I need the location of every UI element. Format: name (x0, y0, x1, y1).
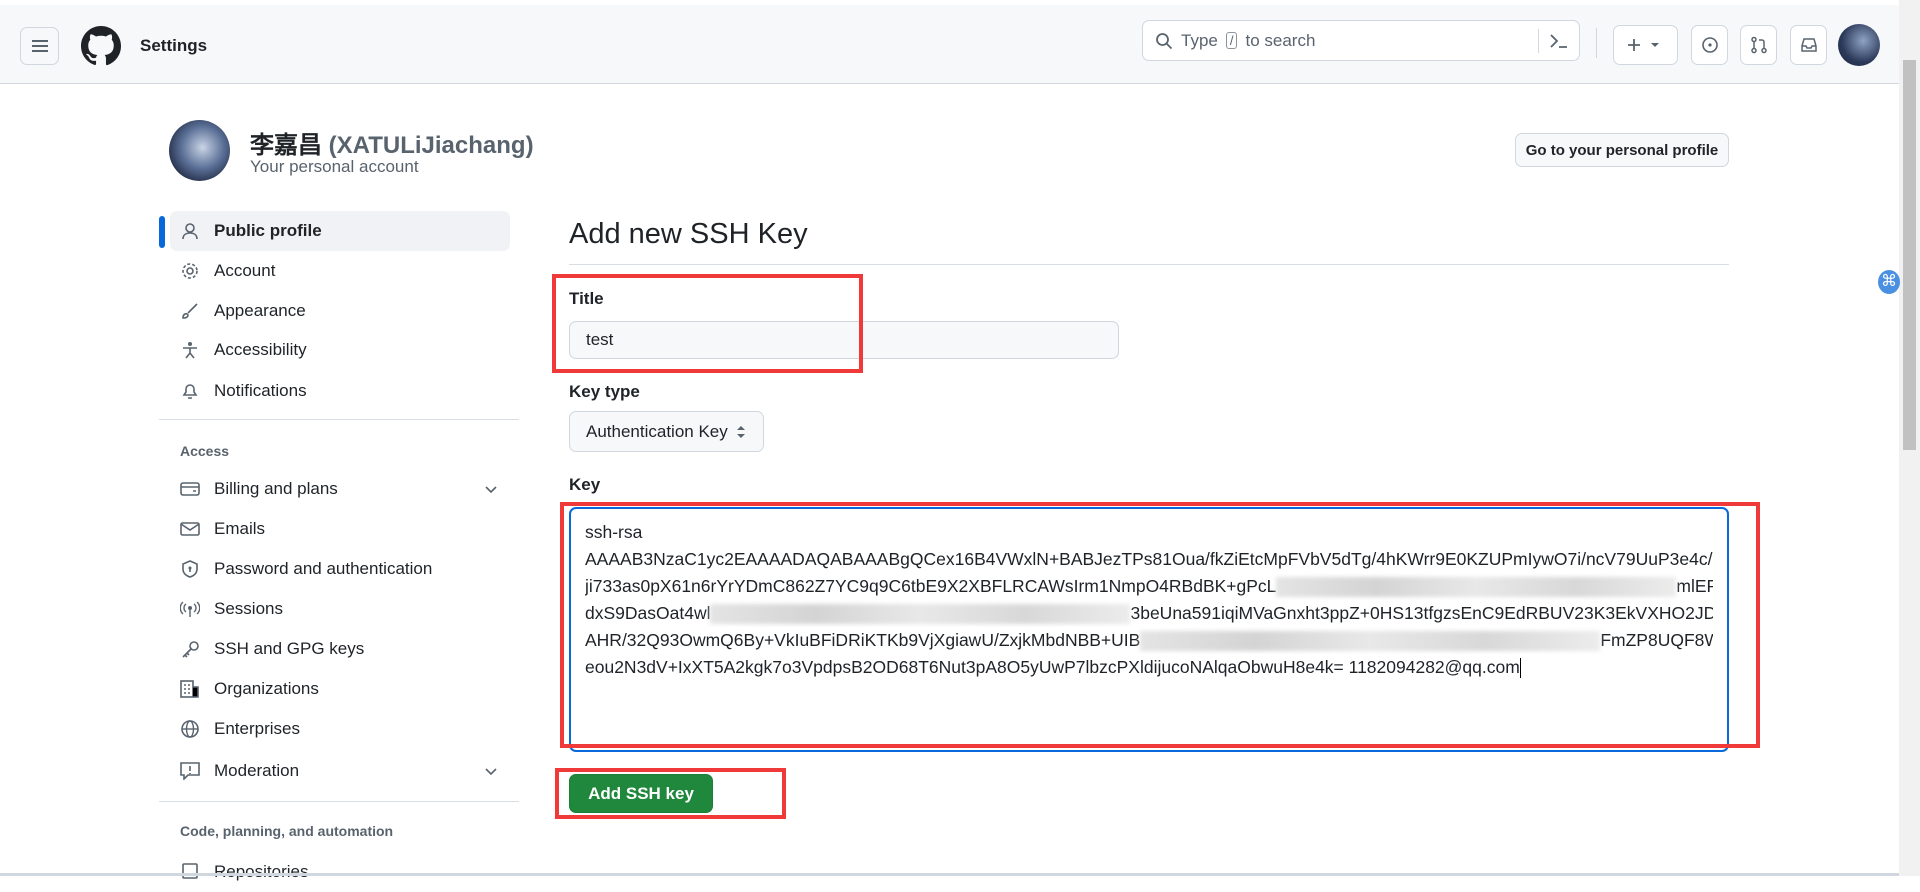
key-icon (179, 640, 201, 658)
organization-icon (179, 680, 201, 698)
search-input[interactable]: Type / to search (1142, 20, 1580, 61)
page-context-title: Settings (140, 36, 208, 55)
sidebar-item-password[interactable]: Password and authentication (159, 549, 519, 589)
sidebar-item-ssh-gpg-keys[interactable]: SSH and GPG keys (159, 629, 519, 669)
sidebar-item-label: Organizations (214, 679, 319, 698)
floating-translate-icon[interactable]: ⌘ (1878, 270, 1900, 294)
shield-lock-icon (179, 560, 201, 578)
globe-icon (179, 719, 201, 739)
page-title: Add new SSH Key (569, 218, 808, 250)
search-shortcut-key: / (1225, 32, 1238, 49)
annotation-box-key (560, 502, 1760, 748)
sidebar-item-label: Appearance (214, 301, 306, 320)
menu-button[interactable] (20, 27, 59, 65)
broadcast-icon (179, 600, 201, 618)
issue-opened-icon (1701, 37, 1718, 53)
github-logo[interactable] (81, 26, 121, 66)
search-placeholder-tail: to search (1245, 30, 1316, 50)
search-icon (1156, 32, 1173, 49)
issues-button[interactable] (1691, 25, 1728, 65)
key-type-value: Authentication Key (586, 421, 728, 441)
key-type-select[interactable]: Authentication Key (569, 411, 764, 452)
git-pull-request-icon (1750, 36, 1767, 54)
sidebar-item-public-profile[interactable]: Public profile (170, 211, 510, 251)
access-heading: Access (180, 443, 230, 459)
repo-icon (179, 863, 201, 881)
bell-icon (179, 382, 201, 400)
sidebar-item-label: SSH and GPG keys (214, 639, 365, 658)
create-new-button[interactable] (1613, 25, 1678, 65)
sidebar-item-repositories[interactable]: Repositories (159, 852, 519, 892)
command-palette-icon[interactable] (1549, 33, 1569, 49)
profile-name: 李嘉昌 (XATULiJiachang) (250, 125, 534, 160)
account-type: Your personal account (250, 157, 419, 176)
sidebar-item-organizations[interactable]: Organizations (159, 669, 519, 709)
sidebar-item-label: Notifications (214, 381, 307, 400)
sidebar-item-label: Billing and plans (214, 479, 338, 498)
mail-icon (179, 521, 201, 537)
sidebar-item-accessibility[interactable]: Accessibility (159, 330, 519, 370)
key-type-label: Key type (569, 382, 640, 401)
sidebar-item-label: Accessibility (214, 340, 307, 359)
display-name: 李嘉昌 (250, 132, 322, 159)
credit-card-icon (179, 481, 201, 497)
plus-dropdown-icon (1627, 39, 1659, 51)
active-indicator (159, 216, 165, 248)
pull-requests-button[interactable] (1740, 25, 1777, 65)
profile-avatar (169, 120, 230, 181)
header-divider (1596, 28, 1597, 58)
gear-icon (179, 262, 201, 280)
sidebar-item-label: Password and authentication (214, 559, 433, 578)
sidebar-item-notifications[interactable]: Notifications (159, 371, 519, 411)
sidebar-divider (159, 801, 519, 802)
sidebar-item-appearance[interactable]: Appearance (159, 291, 519, 331)
code-planning-heading: Code, planning, and automation (180, 823, 394, 839)
sidebar-item-moderation[interactable]: Moderation (159, 751, 519, 791)
chevron-down-icon[interactable] (483, 763, 499, 779)
hamburger-icon (31, 40, 48, 52)
go-to-profile-button[interactable]: Go to your personal profile (1515, 133, 1729, 167)
sidebar-item-label: Public profile (214, 221, 322, 240)
person-icon (179, 222, 201, 240)
sidebar-item-label: Moderation (214, 761, 300, 780)
sidebar-item-label: Emails (214, 519, 266, 538)
annotation-box-button (555, 768, 786, 819)
annotation-box-title (552, 274, 863, 373)
inbox-icon (1800, 38, 1817, 52)
sidebar-item-sessions[interactable]: Sessions (159, 589, 519, 629)
sidebar-item-label: Sessions (214, 599, 283, 618)
key-label: Key (569, 475, 601, 494)
title-divider (569, 264, 1729, 265)
chevron-down-icon[interactable] (483, 481, 499, 497)
sidebar-item-label: Enterprises (214, 719, 300, 738)
report-icon (179, 762, 201, 780)
search-placeholder: Type (1181, 30, 1218, 50)
sidebar-item-label: Account (214, 261, 276, 280)
scrollbar-thumb[interactable] (1903, 60, 1916, 450)
select-arrows-icon (736, 425, 745, 438)
sidebar-item-emails[interactable]: Emails (159, 509, 519, 549)
sidebar-item-enterprises[interactable]: Enterprises (159, 709, 519, 749)
user-avatar[interactable] (1838, 24, 1880, 66)
sidebar-item-billing[interactable]: Billing and plans (159, 469, 519, 509)
accessibility-icon (179, 341, 201, 359)
sidebar-item-account[interactable]: Account (159, 251, 519, 291)
inbox-button[interactable] (1790, 25, 1827, 65)
sidebar-divider (159, 419, 519, 420)
username: (XATULiJiachang) (328, 132, 534, 159)
paintbrush-icon (179, 302, 201, 320)
sidebar-item-label: Repositories (214, 862, 309, 881)
